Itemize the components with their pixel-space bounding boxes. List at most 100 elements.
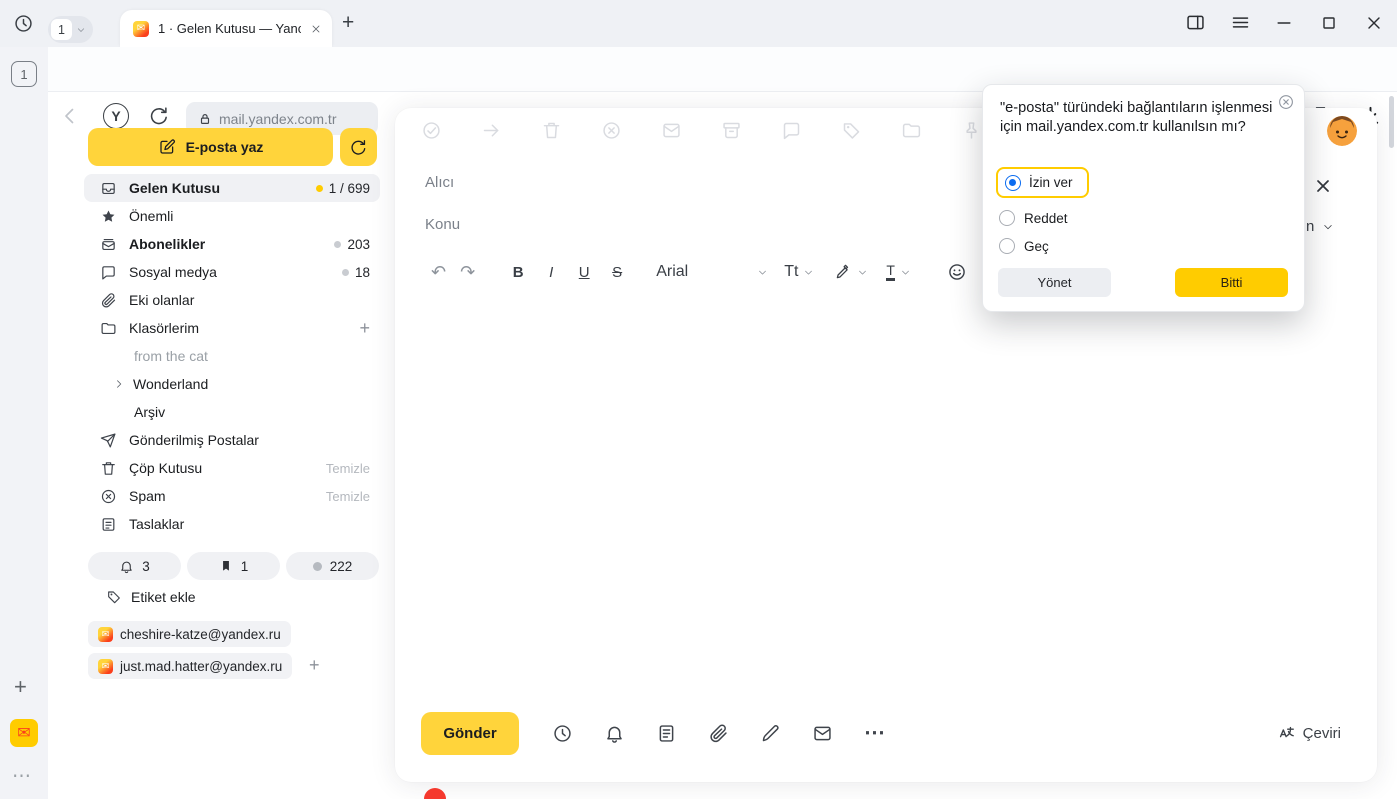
translate-icon [1277, 724, 1296, 743]
font-size-select[interactable]: Tt [784, 263, 814, 281]
sidebar-item-with-attachments[interactable]: Eki olanlar [84, 286, 380, 314]
partially-hidden-control[interactable]: n [1306, 218, 1334, 235]
subscriptions-icon [100, 236, 117, 253]
menu-icon[interactable] [1230, 12, 1251, 33]
trash-icon [541, 120, 562, 141]
underline-button[interactable]: U [577, 264, 591, 281]
refresh-mail-button[interactable] [340, 128, 377, 166]
unread-badge[interactable]: 222 [286, 552, 379, 580]
font-family-select[interactable]: Arial [656, 263, 768, 281]
history-clock-icon[interactable] [13, 13, 34, 34]
tab-counter-badge[interactable]: 1 [11, 61, 37, 87]
folder-label: Eki olanlar [129, 292, 194, 308]
translate-button[interactable]: Çeviri [1277, 724, 1341, 743]
tag-icon [106, 589, 122, 605]
redo-icon[interactable]: ↷ [460, 262, 475, 283]
account-item[interactable]: ✉ just.mad.hatter@yandex.ru [88, 653, 292, 679]
done-button[interactable]: Bitti [1175, 268, 1288, 297]
option-deny[interactable]: Reddet [999, 205, 1068, 231]
clear-folder-link[interactable]: Temizle [326, 461, 370, 476]
folder-icon [901, 120, 922, 141]
side-panels-icon[interactable] [1185, 12, 1206, 33]
bold-button[interactable]: B [511, 264, 525, 281]
new-tab-icon[interactable]: + [342, 11, 354, 35]
notify-icon[interactable] [604, 723, 625, 744]
back-icon[interactable] [58, 104, 82, 128]
browser-side-rail: 1 + ✉ ⋯ [0, 47, 48, 799]
sidebar-item-my-folders[interactable]: Klasörlerim + [84, 314, 380, 342]
bookmarks-badge[interactable]: 1 [187, 552, 280, 580]
send-button[interactable]: Gönder [421, 712, 519, 755]
subject-field[interactable]: Konu [425, 216, 460, 233]
chevron-down-icon [1322, 221, 1334, 233]
notification-peek [424, 788, 446, 799]
attach-email-icon[interactable] [812, 723, 833, 744]
tag-icon [841, 120, 862, 141]
chevron-right-icon[interactable] [113, 378, 125, 390]
manage-button[interactable]: Yönet [998, 268, 1111, 297]
sidebar-item-wonderland[interactable]: Wonderland [84, 370, 380, 398]
option-allow[interactable]: İzin ver [996, 167, 1089, 198]
yandex-mail-icon: ✉ [98, 627, 113, 642]
account-item[interactable]: ✉ cheshire-katze@yandex.ru [88, 621, 291, 647]
sidebar-item-important[interactable]: Önemli [84, 202, 380, 230]
bookmarks-count: 1 [241, 559, 249, 574]
sidebar-item-spam[interactable]: Spam Temizle [84, 482, 380, 510]
sidebar-item-inbox[interactable]: Gelen Kutusu 1 / 699 [84, 174, 380, 202]
close-compose-icon[interactable] [1313, 176, 1333, 196]
text-color-icon: T [886, 263, 895, 281]
browser-tab[interactable]: ✉ 1 · Gelen Kutusu — Yanc [120, 10, 332, 47]
popup-message: "e-posta" türündeki bağlantıların işlenm… [1000, 99, 1284, 137]
sidebar-item-social[interactable]: Sosyal medya 18 [84, 258, 380, 286]
compose-pencil-icon [158, 138, 176, 156]
compose-email-button[interactable]: E-posta yaz [88, 128, 333, 166]
sidebar-item-from-the-cat[interactable]: from the cat [84, 342, 380, 370]
sidebar-item-subscriptions[interactable]: Abonelikler 203 [84, 230, 380, 258]
sidebar-item-sent[interactable]: Gönderilmiş Postalar [84, 426, 380, 454]
folder-label: from the cat [134, 348, 208, 364]
sidebar-item-drafts[interactable]: Taslaklar [84, 510, 380, 538]
rail-add-icon[interactable]: + [14, 674, 27, 700]
attach-file-icon[interactable] [708, 723, 729, 744]
rail-more-icon[interactable]: ⋯ [12, 765, 32, 788]
user-avatar[interactable] [1327, 116, 1357, 146]
folder-label: Taslaklar [129, 516, 184, 532]
template-icon[interactable] [656, 723, 677, 744]
tab-group-pill[interactable]: 1 [48, 16, 93, 43]
signature-icon[interactable] [760, 723, 781, 744]
scrollbar[interactable] [1389, 96, 1394, 148]
yandex-mail-app-icon[interactable]: ✉ [10, 719, 38, 747]
maximize-window-icon[interactable] [1319, 13, 1339, 33]
emoji-icon[interactable] [947, 262, 967, 282]
drafts-icon [100, 516, 117, 533]
reminders-count: 3 [142, 559, 150, 574]
folder-count: 203 [347, 237, 370, 252]
more-options-icon[interactable]: ⋯ [864, 728, 886, 738]
sidebar-item-archive[interactable]: Arşiv [84, 398, 380, 426]
italic-button[interactable]: I [544, 264, 558, 281]
close-tab-icon[interactable] [310, 23, 322, 35]
undo-icon[interactable]: ↶ [431, 262, 446, 283]
radio-icon[interactable] [999, 210, 1015, 226]
add-label-button[interactable]: Etiket ekle [106, 589, 196, 605]
text-color-select[interactable]: T [886, 263, 911, 281]
mailbox-toolbar-disabled [421, 120, 982, 141]
mail-icon [661, 120, 682, 141]
reminders-badge[interactable]: 3 [88, 552, 181, 580]
folder-label: Gönderilmiş Postalar [129, 432, 259, 448]
yandex-mail-icon: ✉ [98, 659, 113, 674]
highlight-color-select[interactable] [834, 263, 868, 281]
radio-selected-icon[interactable] [1005, 175, 1021, 191]
minimize-window-icon[interactable] [1274, 13, 1294, 33]
schedule-send-icon[interactable] [552, 723, 573, 744]
to-field[interactable]: Alıcı [425, 174, 454, 191]
add-account-icon[interactable]: + [309, 655, 320, 676]
tab-group-count: 1 [51, 19, 72, 40]
add-folder-icon[interactable]: + [359, 319, 370, 337]
strikethrough-button[interactable]: S [610, 264, 624, 281]
clear-folder-link[interactable]: Temizle [326, 489, 370, 504]
close-window-icon[interactable] [1364, 13, 1384, 33]
sidebar-item-trash[interactable]: Çöp Kutusu Temizle [84, 454, 380, 482]
radio-icon[interactable] [999, 238, 1015, 254]
option-skip[interactable]: Geç [999, 233, 1049, 259]
